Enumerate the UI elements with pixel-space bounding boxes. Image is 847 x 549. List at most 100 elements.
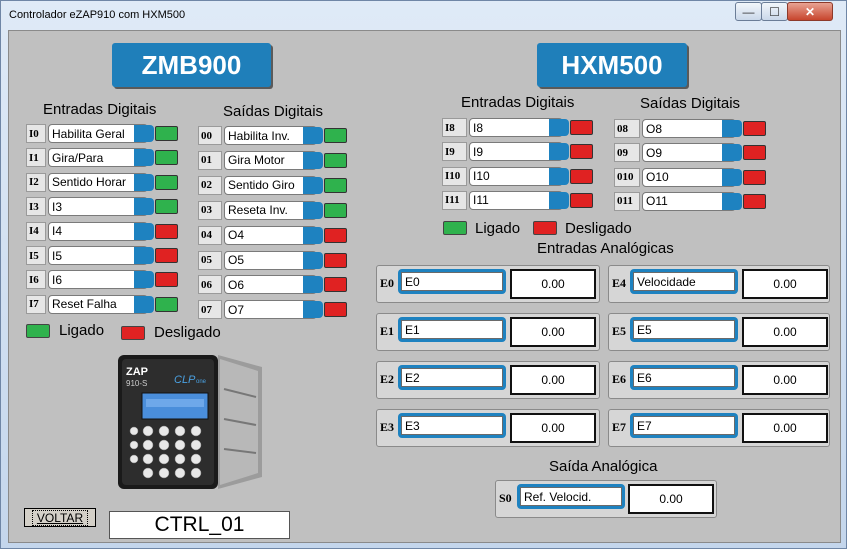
zmb-input-status-led-icon <box>155 272 178 288</box>
hxm-output-status-led-icon <box>743 193 766 209</box>
zmb-output-status-led-icon <box>324 128 347 143</box>
zmb-output-row: 07 O7 <box>198 300 347 320</box>
zmb-input-row: I0 Habilita Geral <box>26 124 178 143</box>
zmb-output-status-led-icon <box>324 152 347 168</box>
hxm-output-tag: 09 <box>614 143 640 163</box>
hxm-legend-off-label: Desligado <box>565 220 632 237</box>
zmb-output-row: 04 O4 <box>198 225 347 245</box>
zmb-output-status-led-icon <box>324 302 347 318</box>
analog-input-value[interactable]: 0.00 <box>510 317 596 347</box>
hxm-input-field-cap <box>549 143 569 161</box>
hxm-input-row: I9 I9 <box>442 142 593 162</box>
hxm-input-tag: I10 <box>442 166 467 186</box>
analog-input-e3: E3 E3 0.00 <box>376 409 600 447</box>
zmb-outputs-title: Saídas Digitais <box>223 103 324 120</box>
hxm-input-status-led-icon <box>570 144 593 160</box>
zmb-output-field-cap <box>303 276 323 294</box>
analog-input-name: E6 <box>630 365 738 390</box>
hxm-input-field-cap <box>549 167 569 185</box>
zmb-output-tag: 06 <box>198 275 222 295</box>
zmb-input-field-cap <box>134 295 154 313</box>
zmb-input-tag: I2 <box>26 172 46 192</box>
zmb-output-status-led-icon <box>324 227 347 243</box>
analog-input-name: E1 <box>398 317 506 342</box>
zmb-input-tag: I0 <box>26 124 46 143</box>
analog-input-value[interactable]: 0.00 <box>742 413 828 443</box>
hxm-input-field-cap <box>549 119 569 136</box>
analog-input-name: E0 <box>398 269 506 294</box>
zmb-output-tag: 05 <box>198 250 222 270</box>
device-logo-suffix: one <box>196 379 207 385</box>
zmb-input-row: I4 I4 <box>26 221 178 241</box>
title-bar[interactable]: Controlador eZAP910 com HXM500 — ☐ ✕ <box>1 1 846 30</box>
zmb-input-label[interactable]: Reset Falha <box>48 294 148 314</box>
hxm-output-field-cap <box>722 168 742 186</box>
hxm-input-status-led-icon <box>570 120 593 135</box>
hxm-input-status-led-icon <box>570 168 593 184</box>
voltar-button[interactable]: VOLTAR <box>24 508 96 527</box>
hxm-output-field-cap <box>722 144 742 162</box>
zmb-output-field-cap <box>303 301 323 319</box>
zmb-output-row: 03 Reseta Inv. <box>198 200 347 220</box>
analog-input-value[interactable]: 0.00 <box>742 269 828 299</box>
maximize-button[interactable]: ☐ <box>761 2 788 21</box>
analog-output-title: Saída Analógica <box>549 458 658 475</box>
analog-input-tag: E4 <box>612 276 627 290</box>
zmb-input-tag: I3 <box>26 197 46 217</box>
analog-input-tag: E6 <box>612 372 627 386</box>
hxm-output-field-cap <box>722 120 742 137</box>
hxm-output-tag: 011 <box>614 191 640 211</box>
zmb-input-field-cap <box>134 247 154 264</box>
zmb-output-field-cap <box>303 251 323 269</box>
zmb-output-field-cap <box>303 151 323 169</box>
zmb-input-label[interactable]: I6 <box>48 270 148 290</box>
analog-input-label: E1 <box>401 320 503 339</box>
analog-input-value[interactable]: 0.00 <box>510 365 596 395</box>
analog-input-label: E6 <box>633 368 735 387</box>
zmb-output-field-cap <box>303 226 323 244</box>
analog-input-e4: E4 Velocidade 0.00 <box>608 265 830 303</box>
analog-input-value[interactable]: 0.00 <box>510 269 596 299</box>
hxm-output-status-led-icon <box>743 121 766 136</box>
hxm-output-status-led-icon <box>743 145 766 161</box>
zmb-output-row: 00 Habilita Inv. <box>198 126 347 145</box>
minimize-button[interactable]: — <box>735 2 762 21</box>
zmb-input-label[interactable]: Habilita Geral <box>48 124 148 143</box>
zmb-input-label[interactable]: Gira/Para <box>48 148 148 168</box>
analog-output-s0: S0 Ref. Velocid. 0.00 <box>495 480 717 518</box>
analog-input-name: E3 <box>398 413 506 438</box>
close-button[interactable]: ✕ <box>787 2 833 21</box>
zmb-input-field-cap <box>134 271 154 289</box>
zmb-input-status-led-icon <box>155 223 178 239</box>
zmb-input-label[interactable]: I5 <box>48 246 148 265</box>
hxm-output-row: 09 O9 <box>614 143 766 163</box>
analog-output-value[interactable]: 0.00 <box>628 484 714 514</box>
hxm-input-row: I8 I8 <box>442 118 593 137</box>
analog-input-name: E7 <box>630 413 738 438</box>
zmb-input-label[interactable]: Sentido Horar <box>48 172 148 192</box>
analog-input-e1: E1 E1 0.00 <box>376 313 600 351</box>
zmb-input-field-cap <box>134 125 154 142</box>
hxm-output-row: 08 O8 <box>614 119 766 138</box>
analog-input-name: E2 <box>398 365 506 390</box>
zmb-input-label[interactable]: I3 <box>48 197 148 217</box>
hxm-output-status-led-icon <box>743 169 766 185</box>
analog-input-value[interactable]: 0.00 <box>742 317 828 347</box>
hxm-input-row: I10 I10 <box>442 166 593 186</box>
zmb-output-tag: 04 <box>198 225 222 245</box>
analog-input-tag: E5 <box>612 324 627 338</box>
zmb-output-row: 01 Gira Motor <box>198 150 347 170</box>
zmb-input-status-led-icon <box>155 174 178 190</box>
legend-on-label: Ligado <box>59 322 105 339</box>
device-model: 910-S <box>126 379 147 388</box>
zmb-inputs-title: Entradas Digitais <box>43 101 157 118</box>
analog-input-value[interactable]: 0.00 <box>510 413 596 443</box>
hxm-input-field-cap <box>549 191 569 209</box>
analog-input-value[interactable]: 0.00 <box>742 365 828 395</box>
zmb-input-label[interactable]: I4 <box>48 221 148 241</box>
analog-input-label: E3 <box>401 416 503 435</box>
analog-input-label: E5 <box>633 320 735 339</box>
zmb-output-row: 02 Sentido Giro <box>198 175 347 195</box>
analog-output-name: Ref. Velocid. <box>517 484 625 509</box>
zmb-input-status-led-icon <box>155 248 178 263</box>
